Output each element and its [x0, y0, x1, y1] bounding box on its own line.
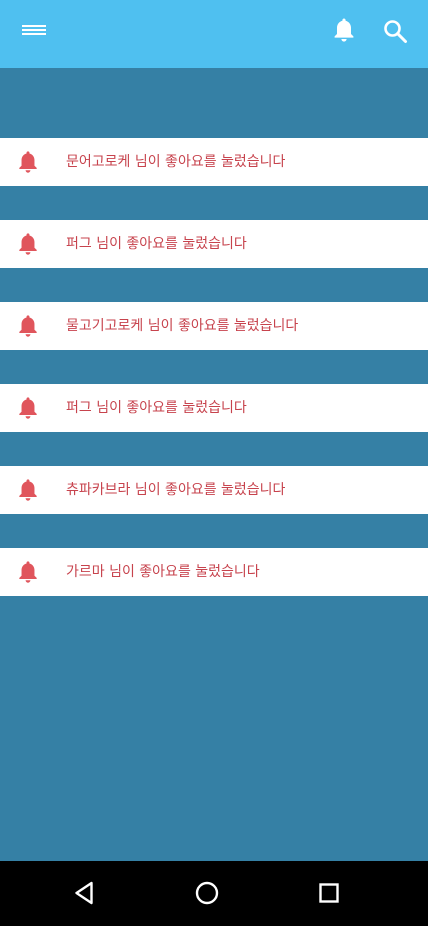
notification-text: 가르마 님이 좋아요를 눌렀습니다 [66, 564, 260, 580]
notification-text: 물고기고로케 님이 좋아요를 눌렀습니다 [66, 318, 299, 334]
bell-icon [334, 18, 354, 42]
search-icon [384, 20, 407, 43]
bell-icon [19, 397, 37, 419]
notification-item[interactable]: 물고기고로케 님이 좋아요를 눌렀습니다 [0, 302, 428, 350]
notification-item[interactable]: 가르마 님이 좋아요를 눌렀습니다 [0, 548, 428, 596]
notifications-button[interactable] [330, 16, 358, 44]
notification-text: 츄파카브라 님이 좋아요를 눌렀습니다 [66, 482, 286, 498]
bell-icon [19, 561, 37, 583]
hamburger-menu-icon [22, 25, 46, 35]
menu-button[interactable] [18, 18, 50, 42]
notification-text: 문어고로케 님이 좋아요를 눌렀습니다 [66, 154, 286, 170]
app-bar [0, 0, 428, 68]
notification-item[interactable]: 문어고로케 님이 좋아요를 눌렀습니다 [0, 138, 428, 186]
home-button[interactable] [191, 877, 223, 909]
notification-text: 퍼그 님이 좋아요를 눌렀습니다 [66, 400, 247, 416]
bell-icon [19, 151, 37, 173]
notification-item[interactable]: 퍼그 님이 좋아요를 눌렀습니다 [0, 220, 428, 268]
notification-list: 문어고로케 님이 좋아요를 눌렀습니다 퍼그 님이 좋아요를 눌렀습니다 물고기… [0, 138, 428, 630]
bell-icon [19, 315, 37, 337]
search-button[interactable] [380, 16, 410, 46]
recent-apps-button[interactable] [313, 877, 345, 909]
circle-home-icon [195, 881, 219, 905]
square-recent-apps-icon [319, 883, 339, 903]
bell-icon [19, 479, 37, 501]
notification-item[interactable]: 퍼그 님이 좋아요를 눌렀습니다 [0, 384, 428, 432]
system-navigation-bar [0, 861, 428, 926]
back-button[interactable] [68, 877, 100, 909]
notification-item[interactable]: 츄파카브라 님이 좋아요를 눌렀습니다 [0, 466, 428, 514]
notification-text: 퍼그 님이 좋아요를 눌렀습니다 [66, 236, 247, 252]
bell-icon [19, 233, 37, 255]
notification-feed: 문어고로케 님이 좋아요를 눌렀습니다 퍼그 님이 좋아요를 눌렀습니다 물고기… [0, 68, 428, 861]
triangle-back-icon [75, 881, 93, 905]
